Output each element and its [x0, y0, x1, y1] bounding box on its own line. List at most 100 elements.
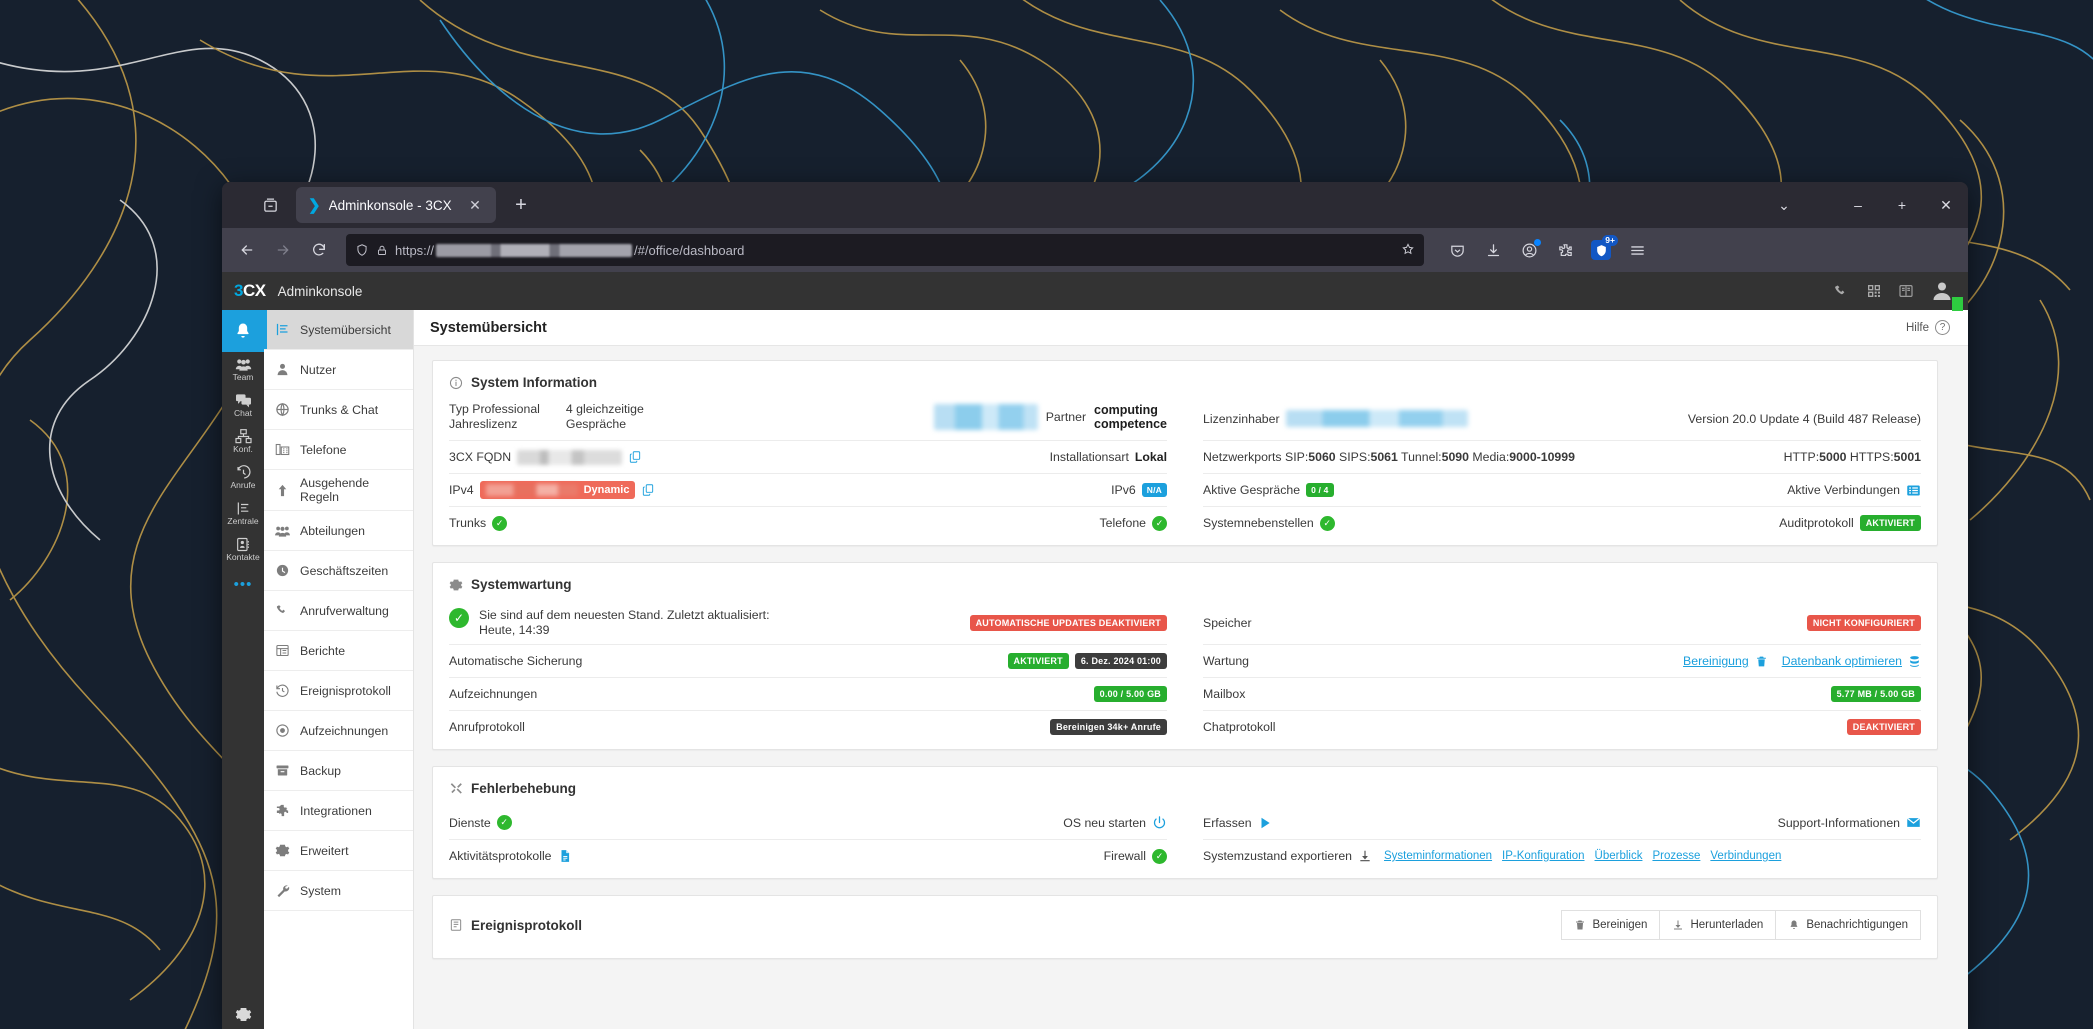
rail-item-notifications[interactable] [222, 310, 264, 352]
rail-item-conference[interactable]: Konf. [222, 424, 264, 460]
rail-item-switchboard[interactable]: Zentrale [222, 496, 264, 532]
sidebar-item-nutzer[interactable]: Nutzer [264, 350, 413, 390]
sidebar-item-berichte[interactable]: Berichte [264, 631, 413, 671]
phone-icon[interactable] [1833, 283, 1850, 300]
active-connections[interactable]: Aktive Verbindungen [1787, 483, 1921, 498]
link-prozesse[interactable]: Prozesse [1652, 850, 1700, 862]
link-ueberblick[interactable]: Überblick [1595, 850, 1643, 862]
restart-os-action[interactable]: OS neu starten [1063, 815, 1167, 830]
shield-icon [355, 243, 369, 257]
fqdn-label: 3CX FQDN [449, 450, 512, 464]
browser-tab[interactable]: ❯ Adminkonsole - 3CX ✕ [296, 187, 496, 223]
download-button[interactable]: Herunterladen [1659, 910, 1777, 940]
close-icon[interactable]: ✕ [464, 194, 486, 216]
rail-more-button[interactable]: ••• [234, 576, 253, 593]
rail-item-chat[interactable]: Chat [222, 388, 264, 424]
minimize-button[interactable]: – [1836, 185, 1880, 225]
sidebar-item-label: Erweitert [300, 843, 349, 858]
call-log-cleanup-button[interactable]: Bereinigen 34k+ Anrufe [1050, 719, 1167, 735]
sidebar-item-trunks-chat[interactable]: Trunks & Chat [264, 390, 413, 430]
reload-icon[interactable] [302, 234, 336, 266]
maximize-button[interactable]: + [1880, 185, 1924, 225]
bookmark-star-icon[interactable] [1401, 242, 1415, 259]
firefox-view-button[interactable] [250, 188, 290, 222]
ublock-extension-icon[interactable]: 9+ [1584, 234, 1618, 266]
copy-icon[interactable] [628, 450, 642, 464]
rail-item-label: Konf. [233, 444, 253, 454]
hamburger-menu-icon[interactable] [1620, 234, 1654, 266]
globe-icon [274, 402, 291, 417]
help-link[interactable]: Hilfe ? [1906, 320, 1950, 335]
sidebar-item-telefone[interactable]: Telefone [264, 430, 413, 470]
document-icon[interactable] [558, 849, 572, 863]
sidebar-item-abteilungen[interactable]: Abteilungen [264, 511, 413, 551]
rail-item-calls[interactable]: Anrufe [222, 460, 264, 496]
new-tab-button[interactable]: + [504, 188, 538, 222]
link-ip-konfiguration[interactable]: IP-Konfiguration [1502, 850, 1584, 862]
link-verbindungen[interactable]: Verbindungen [1710, 850, 1781, 862]
dashboard-icon [274, 322, 291, 337]
gear-icon [274, 843, 291, 858]
user-icon [274, 362, 291, 377]
sidebar-item-backup[interactable]: Backup [264, 751, 413, 791]
account-icon[interactable] [1512, 234, 1546, 266]
storage-badge: NICHT KONFIGURIERT [1806, 615, 1921, 631]
partner-label: Partner [1045, 410, 1087, 424]
play-icon[interactable] [1258, 816, 1272, 830]
3cx-logo: 3CX [234, 281, 266, 300]
download-icon [1672, 919, 1684, 931]
audit-log-label: Auditprotokoll [1779, 516, 1854, 530]
phones-label: Telefone [1099, 516, 1147, 530]
optimize-db-action[interactable]: Datenbank optimieren [1782, 654, 1921, 668]
avatar[interactable] [1930, 279, 1963, 311]
active-connections-label: Aktive Verbindungen [1787, 483, 1900, 497]
forward-icon[interactable] [266, 234, 300, 266]
sidebar-item-ereignisprotokoll[interactable]: Ereignisprotokoll [264, 671, 413, 711]
trash-icon[interactable] [1755, 655, 1768, 668]
sidebar-item-integrationen[interactable]: Integrationen [264, 791, 413, 831]
sidebar-item-geschaeftszeiten[interactable]: Geschäftszeiten [264, 551, 413, 591]
rail-item-team[interactable]: Team [222, 352, 264, 388]
clean-button[interactable]: Bereinigen [1561, 910, 1661, 940]
save-to-pocket-icon[interactable] [1440, 234, 1474, 266]
sidebar-item-aufzeichnungen[interactable]: Aufzeichnungen [264, 711, 413, 751]
dashboard-scroll-area[interactable]: System Information Typ Professional Jahr… [414, 346, 1968, 1029]
sidebar-item-ausgehende-regeln[interactable]: Ausgehende Regeln [264, 470, 413, 511]
optimize-db-link[interactable]: Datenbank optimieren [1782, 654, 1902, 668]
back-icon[interactable] [230, 234, 264, 266]
check-icon: ✓ [492, 515, 508, 531]
support-info-action[interactable]: Support-Informationen [1778, 815, 1921, 830]
card-title-label: Fehlerbehebung [471, 781, 577, 796]
check-icon: ✓ [449, 608, 469, 628]
sidebar-item-systemuebersicht[interactable]: Systemübersicht [264, 310, 413, 350]
rail-item-contacts[interactable]: Kontakte [222, 532, 264, 568]
close-window-button[interactable]: ✕ [1924, 185, 1968, 225]
notifications-button[interactable]: Benachrichtigungen [1775, 910, 1921, 940]
sidebar-item-anrufverwaltung[interactable]: Anrufverwaltung [264, 591, 413, 631]
envelope-icon[interactable] [1906, 815, 1921, 830]
tab-list-chevron-down-icon[interactable]: ⌄ [1762, 185, 1806, 225]
address-bar[interactable]: https:// /#/office/dashboard [346, 234, 1424, 266]
sidebar-item-erweitert[interactable]: Erweitert [264, 831, 413, 871]
download-icon[interactable] [1358, 849, 1372, 863]
record-icon [274, 723, 291, 738]
auto-backup-date-badge[interactable]: 6. Dez. 2024 01:00 [1074, 653, 1167, 669]
manual-book-icon[interactable] [1898, 283, 1914, 299]
copy-icon[interactable] [641, 483, 655, 497]
rail-item-label: Anrufe [230, 480, 256, 490]
database-icon[interactable] [1908, 655, 1921, 668]
chat-log-badge: DEAKTIVIERT [1846, 719, 1921, 735]
rail-settings-button[interactable] [222, 1006, 264, 1023]
extensions-icon[interactable] [1548, 234, 1582, 266]
cleanup-action[interactable]: Bereinigung [1683, 654, 1768, 668]
row-services: Dienste ✓ OS neu starten [449, 806, 1167, 839]
cleanup-link[interactable]: Bereinigung [1683, 654, 1749, 668]
link-systeminformationen[interactable]: Systeminformationen [1384, 850, 1492, 862]
qr-code-icon[interactable] [1866, 283, 1882, 299]
app-header: 3CX Adminkonsole [222, 272, 1968, 311]
sidebar-item-system[interactable]: System [264, 871, 413, 911]
app-header-actions [1833, 279, 1963, 311]
power-icon[interactable] [1152, 815, 1167, 830]
export-links: Systeminformationen IP-Konfiguration Übe… [1384, 850, 1781, 862]
downloads-icon[interactable] [1476, 234, 1510, 266]
